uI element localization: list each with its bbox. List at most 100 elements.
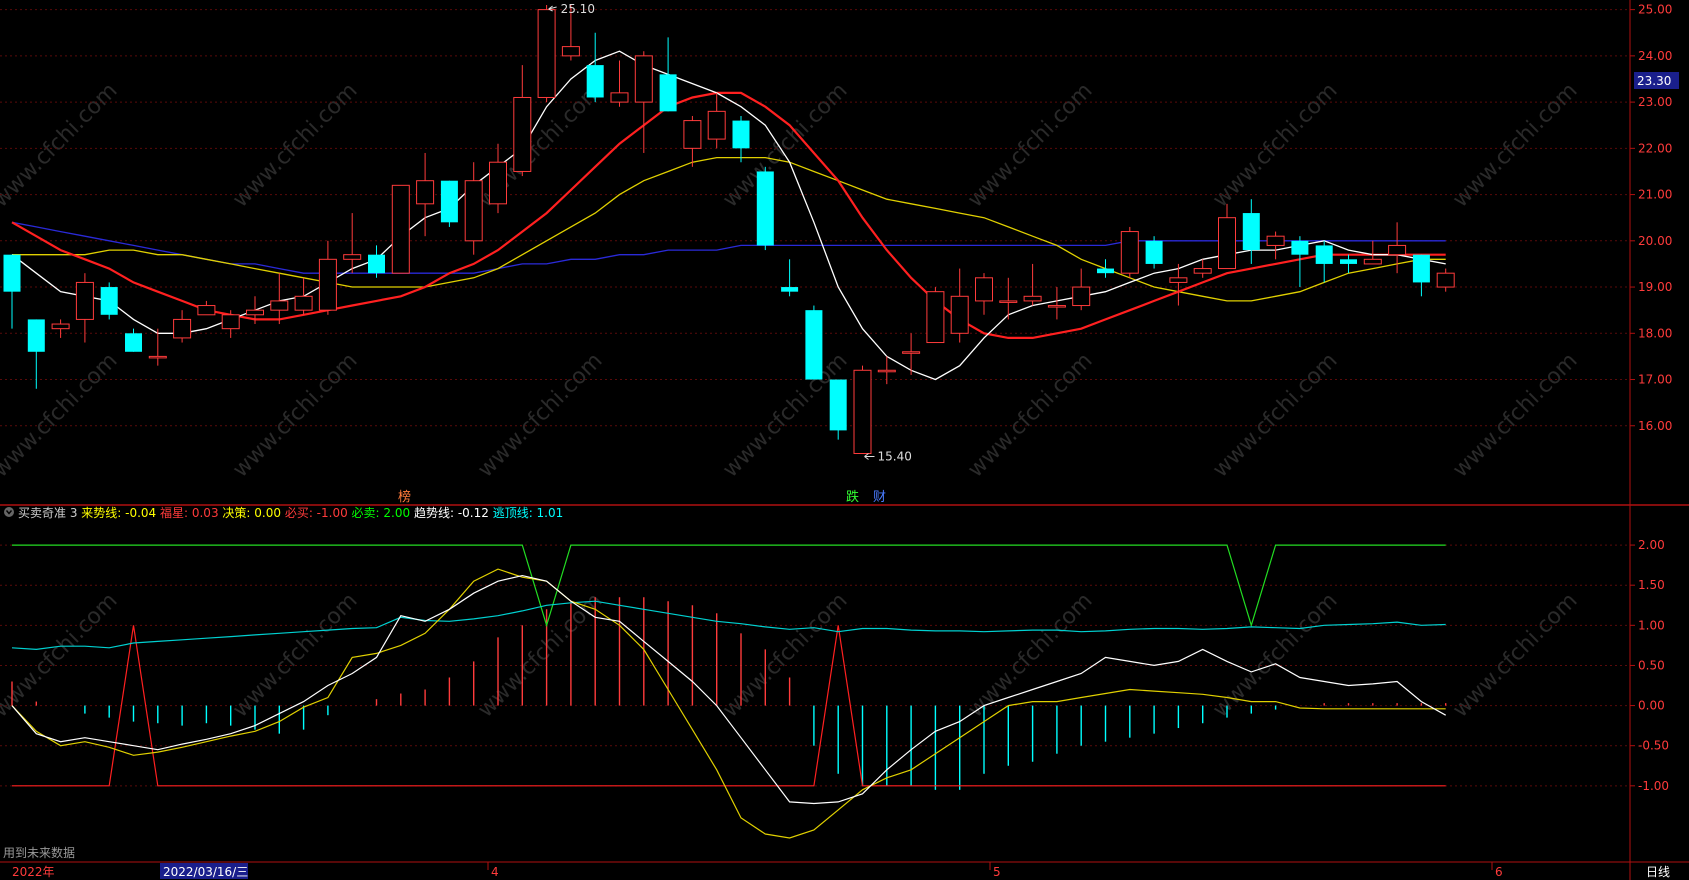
current-price-label: 23.30 xyxy=(1637,74,1671,88)
candle-body-up xyxy=(1436,272,1455,288)
candle-body-up xyxy=(51,323,70,330)
indicator-tick-label: 0.50 xyxy=(1638,658,1665,672)
candle-body-up xyxy=(1193,268,1212,274)
candle-body-up xyxy=(1218,217,1236,270)
candle-body-up xyxy=(221,314,240,330)
candle-body-up xyxy=(1388,244,1407,256)
marker-die[interactable]: 跌 xyxy=(846,489,859,505)
indicator-item-value: 0.03 xyxy=(192,506,223,520)
candle-body-up xyxy=(489,161,507,205)
watermark-text: www.cfchi.com xyxy=(228,588,362,722)
candle-body-up xyxy=(707,110,726,140)
candle-body-up xyxy=(416,180,435,205)
watermark-text: www.cfchi.com xyxy=(963,348,1097,482)
candle-body-down xyxy=(1145,240,1163,264)
price-tick-label: 20.00 xyxy=(1638,234,1672,248)
high-price-label: 25.10 xyxy=(561,2,595,16)
candlesticks[interactable] xyxy=(3,5,1455,455)
watermark-text: www.cfchi.com xyxy=(473,348,607,482)
price-tick-label: 23.00 xyxy=(1638,95,1672,109)
collapse-icon[interactable] xyxy=(4,507,14,517)
indicator-item-label: 来势线: xyxy=(81,506,125,520)
candle-body-up xyxy=(173,318,192,339)
marker-cai[interactable]: 财 xyxy=(873,490,886,505)
candle-body-up xyxy=(197,305,216,316)
candle-body-up xyxy=(561,46,580,57)
watermark-text: www.cfchi.com xyxy=(963,78,1097,212)
candle-body-up xyxy=(148,355,167,359)
month-label: 4 xyxy=(491,865,499,879)
candle-body-down xyxy=(781,287,799,292)
candle-body-up xyxy=(1363,258,1382,265)
candle-body-down xyxy=(1097,268,1114,274)
indicator-item-label: 必买: xyxy=(285,506,317,520)
candle-body-up xyxy=(950,295,969,334)
indicator-legend: 买卖奇准 3 来势线: -0.04 福星: 0.03 决策: 0.00 必买: … xyxy=(18,505,563,520)
indicator-item-value: 0.00 xyxy=(254,506,285,520)
candle-body-down xyxy=(125,333,142,352)
candle-body-down xyxy=(1291,240,1309,255)
candle-body-up xyxy=(75,281,94,320)
indicator-axis: 2.00 1.50 1.00 0.50 0.00 -0.50 -1.00 xyxy=(1630,538,1669,793)
candle-body-up xyxy=(1023,295,1042,302)
candle-body-up xyxy=(610,92,629,103)
price-tick-label: 16.00 xyxy=(1638,419,1672,433)
low-price-label: 15.40 xyxy=(878,450,912,464)
candle-body-down xyxy=(732,120,750,149)
candle-body-up xyxy=(902,351,921,354)
indicator-item-label: 福星: xyxy=(160,505,192,520)
watermark-text: www.cfchi.com xyxy=(0,348,123,482)
candle-body-down xyxy=(1242,213,1260,251)
indicator-item-label: 必卖: xyxy=(352,506,384,520)
indicator-tick-label: 1.00 xyxy=(1638,618,1665,632)
candle-body-up xyxy=(634,55,653,103)
candle-body-up xyxy=(1047,305,1066,308)
watermark-text: www.cfchi.com xyxy=(1208,78,1342,212)
watermark-text: www.cfchi.com xyxy=(0,588,123,722)
marker-bang[interactable]: 榜 xyxy=(398,489,411,505)
candle-body-down xyxy=(1315,245,1333,264)
indicator-header: 买卖奇准 3 来势线: -0.04 福星: 0.03 决策: 0.00 必买: … xyxy=(4,505,563,520)
indicator-item-value: 2.00 xyxy=(383,506,414,520)
price-tick-label: 21.00 xyxy=(1638,188,1672,202)
candle-body-up xyxy=(853,369,872,455)
price-tick-label: 25.00 xyxy=(1638,3,1672,17)
moving-average-lines xyxy=(11,50,1446,381)
watermark-text: www.cfchi.com xyxy=(1208,348,1342,482)
candle-body-up xyxy=(246,309,264,316)
indicator-item-value: -1.00 xyxy=(317,506,352,520)
candle-body-up xyxy=(877,369,896,373)
candle-body-up xyxy=(1072,286,1091,307)
month-label: 5 xyxy=(993,865,1001,879)
stock-chart[interactable]: www.cfchi.com www.cfchi.com www.cfchi.com w… xyxy=(0,0,1689,880)
candle-body-down xyxy=(756,171,774,246)
candle-body-down xyxy=(3,254,21,292)
candle-body-up xyxy=(1169,277,1188,283)
indicator-item-label: 决策: xyxy=(222,506,254,520)
period-button[interactable]: 日线 xyxy=(1646,865,1670,879)
candle-body-up xyxy=(270,300,289,311)
candle-body-down xyxy=(829,379,847,431)
candle-body-up xyxy=(513,96,532,172)
candle-body-up xyxy=(1120,231,1139,274)
candle-body-up xyxy=(683,120,702,149)
indicator-tick-label: -1.00 xyxy=(1638,779,1669,793)
candle-body-down xyxy=(659,74,677,112)
candle-body-up xyxy=(999,300,1018,303)
candle-body-up xyxy=(464,180,483,242)
price-tick-label: 24.00 xyxy=(1638,49,1672,63)
indicator-item-label: 趋势线: xyxy=(414,506,458,520)
candle-body-down xyxy=(440,180,458,223)
watermark-layer: www.cfchi.com www.cfchi.com www.cfchi.com w… xyxy=(0,78,1583,722)
watermark-text: www.cfchi.com xyxy=(473,588,607,722)
indicator-item-label: 逃顶线: xyxy=(493,506,537,520)
indicator-tick-label: 2.00 xyxy=(1638,538,1665,552)
candle-body-up xyxy=(343,254,362,260)
candle-body-up xyxy=(975,277,993,302)
candle-body-up xyxy=(318,258,337,311)
candle-body-up xyxy=(1266,235,1285,246)
candle-body-down xyxy=(805,310,823,380)
candle-body-down xyxy=(1412,254,1430,283)
candle-body-down xyxy=(27,319,45,352)
candle-body-down xyxy=(100,287,118,315)
